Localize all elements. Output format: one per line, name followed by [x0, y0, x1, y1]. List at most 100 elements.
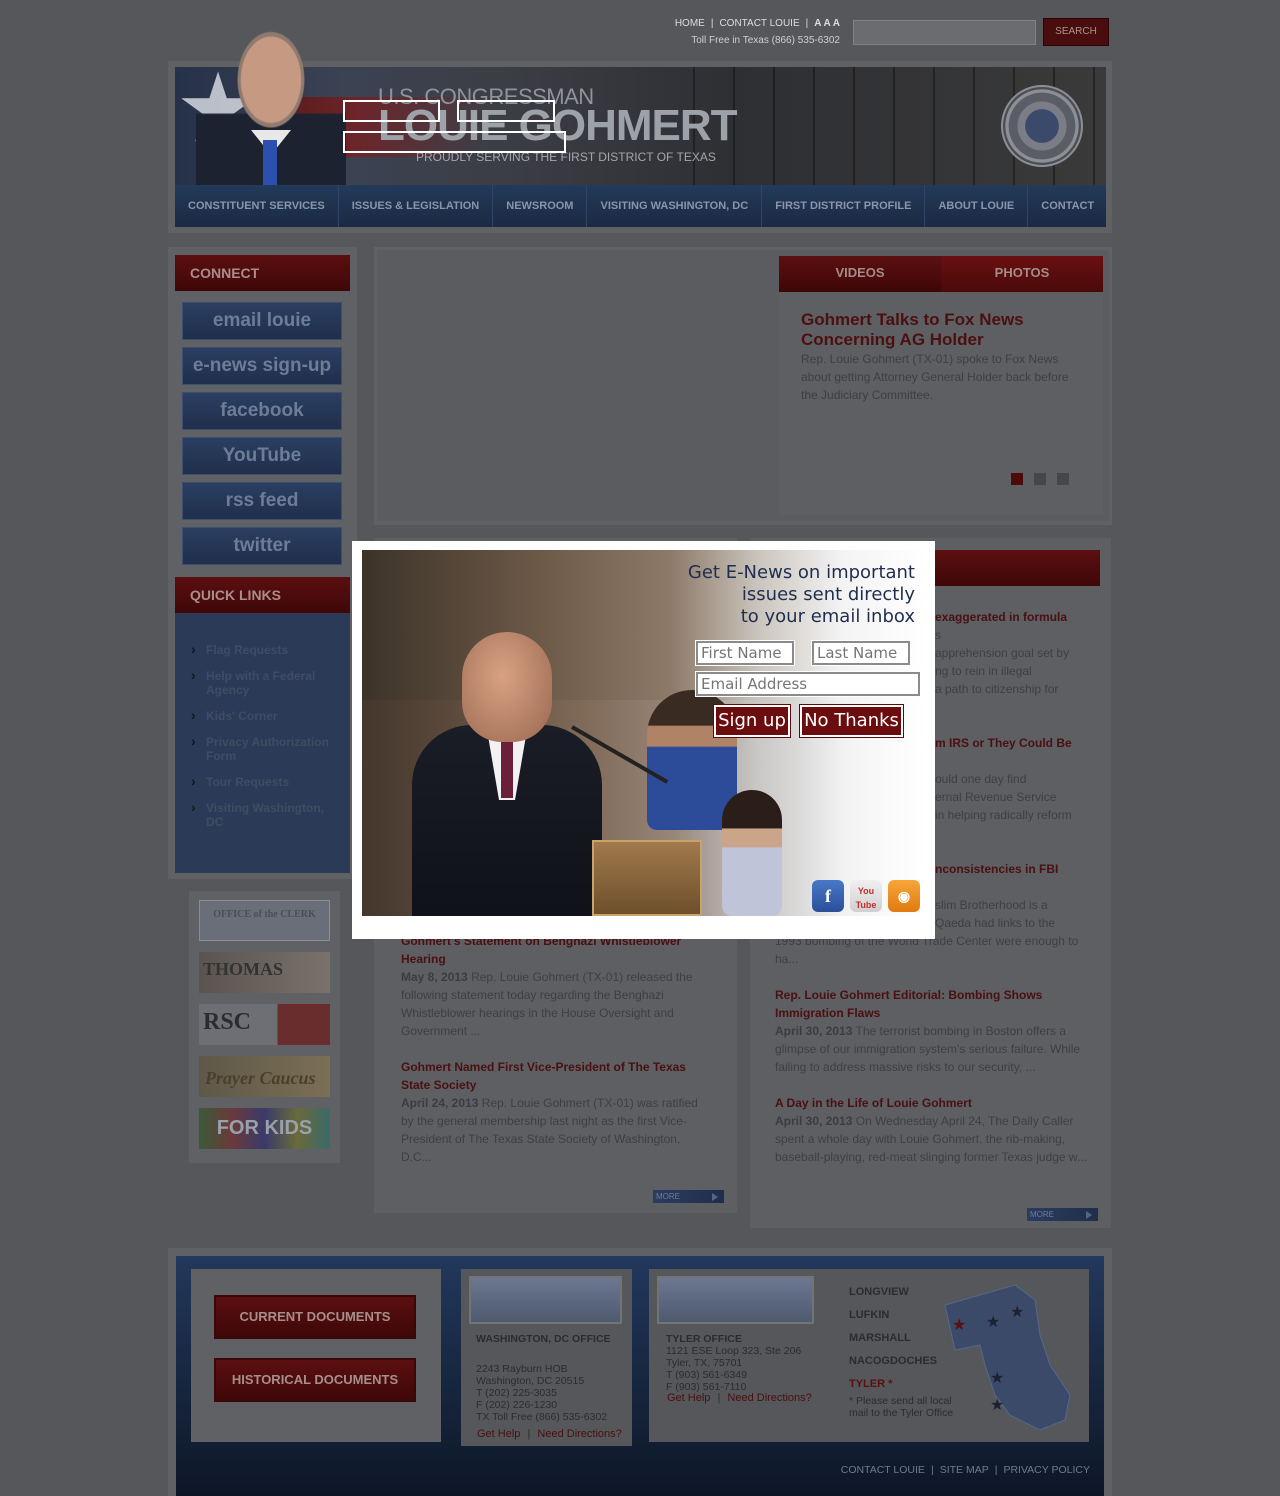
- more-button[interactable]: MORE: [1027, 1208, 1098, 1221]
- quick-link-kids-corner[interactable]: Kids' Corner: [191, 708, 341, 723]
- dc-get-help-link[interactable]: Get Help: [477, 1428, 520, 1440]
- dc-city: Washington, DC 20515: [476, 1375, 585, 1387]
- highlight-box: [343, 131, 566, 153]
- tyler-directions-link[interactable]: Need Directions?: [727, 1392, 811, 1404]
- youtube-button[interactable]: YouTube: [182, 437, 342, 475]
- facebook-icon[interactable]: f: [812, 880, 844, 912]
- nav-visiting-washington[interactable]: VISITING WASHINGTON, DC: [587, 185, 763, 227]
- signup-button[interactable]: Sign up: [713, 704, 791, 738]
- feature-title[interactable]: Gohmert Talks to Fox News Concerning AG …: [801, 310, 1061, 350]
- headline-line: issues sent directly: [741, 584, 915, 605]
- first-name-field[interactable]: [695, 640, 795, 666]
- tab-photos[interactable]: PHOTOS: [941, 256, 1103, 292]
- district-shape: [944, 1284, 1071, 1431]
- current-documents-button[interactable]: CURRENT DOCUMENTS: [214, 1295, 416, 1339]
- rsc-logo-link[interactable]: RSC: [199, 1004, 330, 1045]
- quick-link-tour-requests[interactable]: Tour Requests: [191, 774, 341, 789]
- rss-icon[interactable]: ◉: [888, 880, 920, 912]
- news-title-fragment[interactable]: exaggerated in formula: [935, 608, 1095, 626]
- thomas-logo-link[interactable]: THOMAS: [199, 952, 330, 993]
- search-button[interactable]: SEARCH: [1043, 18, 1109, 46]
- news-fragment: ng to rein in illegal: [935, 664, 1032, 678]
- tyler-office-title: TYLER OFFICE: [666, 1333, 742, 1345]
- text-size-control[interactable]: A A A: [814, 18, 840, 29]
- divider: |: [717, 1392, 721, 1404]
- quick-link-flag-requests[interactable]: Flag Requests: [191, 642, 341, 657]
- news-fragment: in helping radically reform: [935, 808, 1072, 822]
- dc-office-title: WASHINGTON, DC OFFICE: [476, 1333, 611, 1345]
- rss-feed-button[interactable]: rss feed: [182, 482, 342, 520]
- email-field[interactable]: [695, 671, 921, 697]
- news-item-partial: exaggerated in formula s apprehension go…: [935, 608, 1095, 698]
- news-title[interactable]: Rep. Louie Gohmert Editorial: Bombing Sh…: [775, 986, 1090, 1022]
- news-title-fragment[interactable]: m IRS or They Could Be: [935, 734, 1095, 752]
- last-name-field[interactable]: [811, 640, 911, 666]
- facebook-button[interactable]: facebook: [182, 392, 342, 430]
- contact-louie-link[interactable]: CONTACT LOUIE: [719, 18, 799, 29]
- divider: |: [527, 1428, 531, 1440]
- tyler-office-links: Get Help | Need Directions?: [667, 1392, 812, 1404]
- city-marshall[interactable]: MARSHALL: [849, 1327, 937, 1350]
- tyler-office-info: TYLER OFFICE 1121 ESE Loop 323, Ste 206 …: [666, 1333, 816, 1393]
- no-thanks-button[interactable]: No Thanks: [799, 704, 904, 738]
- city-longview[interactable]: LONGVIEW: [849, 1281, 937, 1304]
- slide-dot-active[interactable]: [1011, 473, 1023, 485]
- nav-first-district-profile[interactable]: FIRST DISTRICT PROFILE: [762, 185, 926, 227]
- news-title[interactable]: A Day in the Life of Louie Gohmert: [775, 1094, 1090, 1112]
- divider: |: [710, 18, 714, 29]
- news-item: Gohmert Named First Vice-President of Th…: [401, 1058, 706, 1166]
- star-icon: ★: [990, 1395, 1004, 1414]
- nav-about-louie[interactable]: ABOUT LOUIE: [925, 185, 1029, 227]
- dc-toll-free: TX Toll Free (866) 535-6302: [476, 1411, 608, 1423]
- youtube-icon[interactable]: You Tube: [850, 880, 882, 912]
- tyler-city: Tyler, TX, 75701: [666, 1357, 743, 1369]
- news-fragment: ernal Revenue Service: [935, 790, 1057, 804]
- headline-line: to your email inbox: [740, 606, 915, 627]
- email-louie-button[interactable]: email louie: [182, 302, 342, 340]
- news-fragment: s: [935, 628, 941, 642]
- prayer-caucus-logo-link[interactable]: Prayer Caucus: [199, 1056, 330, 1097]
- enews-signup-button[interactable]: e-news sign-up: [182, 347, 342, 385]
- quick-link-federal-agency[interactable]: Help with a Federal Agency: [191, 668, 341, 697]
- nav-issues-legislation[interactable]: ISSUES & LEGISLATION: [339, 185, 494, 227]
- star-icon: ★: [952, 1315, 966, 1334]
- dc-address: 2243 Rayburn HOB: [476, 1363, 568, 1375]
- footer-contact-link[interactable]: CONTACT LOUIE: [841, 1464, 925, 1476]
- slide-dot[interactable]: [1034, 473, 1046, 485]
- slide-dot[interactable]: [1057, 473, 1069, 485]
- quick-link-privacy-form[interactable]: Privacy Authorization Form: [191, 734, 341, 763]
- nav-contact[interactable]: CONTACT: [1028, 185, 1107, 227]
- more-button[interactable]: MORE: [653, 1190, 724, 1203]
- podium: [592, 840, 702, 916]
- quick-link-visiting-dc[interactable]: Visiting Washington, DC: [191, 800, 341, 829]
- nav-newsroom[interactable]: NEWSROOM: [493, 185, 588, 227]
- home-link[interactable]: HOME: [675, 18, 705, 29]
- footer-privacy-link[interactable]: PRIVACY POLICY: [1003, 1464, 1090, 1476]
- tab-videos[interactable]: VIDEOS: [779, 256, 941, 292]
- tie: [263, 140, 277, 187]
- dc-phone: T (202) 225-3035: [476, 1387, 557, 1399]
- house-seal-logo[interactable]: [1001, 85, 1083, 167]
- search-input[interactable]: [853, 20, 1036, 45]
- news-fragment: Qaeda had links to the: [935, 916, 1056, 930]
- footer-links: CONTACT LOUIE | SITE MAP | PRIVACY POLICY: [760, 1464, 1090, 1476]
- news-title-fragment[interactable]: nconsistencies in FBI: [935, 860, 1095, 878]
- city-lufkin[interactable]: LUFKIN: [849, 1304, 937, 1327]
- news-item-partial: m IRS or They Could Be ould one day find…: [935, 734, 1095, 824]
- news-item: A Day in the Life of Louie Gohmert April…: [775, 1094, 1090, 1166]
- twitter-button[interactable]: twitter: [182, 527, 342, 565]
- city-nacogdoches[interactable]: NACOGDOCHES: [849, 1350, 937, 1373]
- city-tyler[interactable]: TYLER *: [849, 1373, 937, 1396]
- clerk-logo-link[interactable]: OFFICE of the CLERK: [199, 900, 330, 941]
- nav-constituent-services[interactable]: CONSTITUENT SERVICES: [175, 185, 339, 227]
- congressman-photo: [196, 22, 346, 187]
- footer-sitemap-link[interactable]: SITE MAP: [940, 1464, 989, 1476]
- dc-directions-link[interactable]: Need Directions?: [537, 1428, 621, 1440]
- news-title[interactable]: Gohmert Named First Vice-President of Th…: [401, 1058, 706, 1094]
- for-kids-logo-link[interactable]: FOR KIDS: [199, 1108, 330, 1149]
- tyler-get-help-link[interactable]: Get Help: [667, 1392, 710, 1404]
- historical-documents-button[interactable]: HISTORICAL DOCUMENTS: [214, 1358, 416, 1402]
- news-date: May 8, 2013: [401, 970, 468, 984]
- connect-heading: CONNECT: [175, 255, 350, 291]
- news-date: April 30, 2013: [775, 1114, 853, 1128]
